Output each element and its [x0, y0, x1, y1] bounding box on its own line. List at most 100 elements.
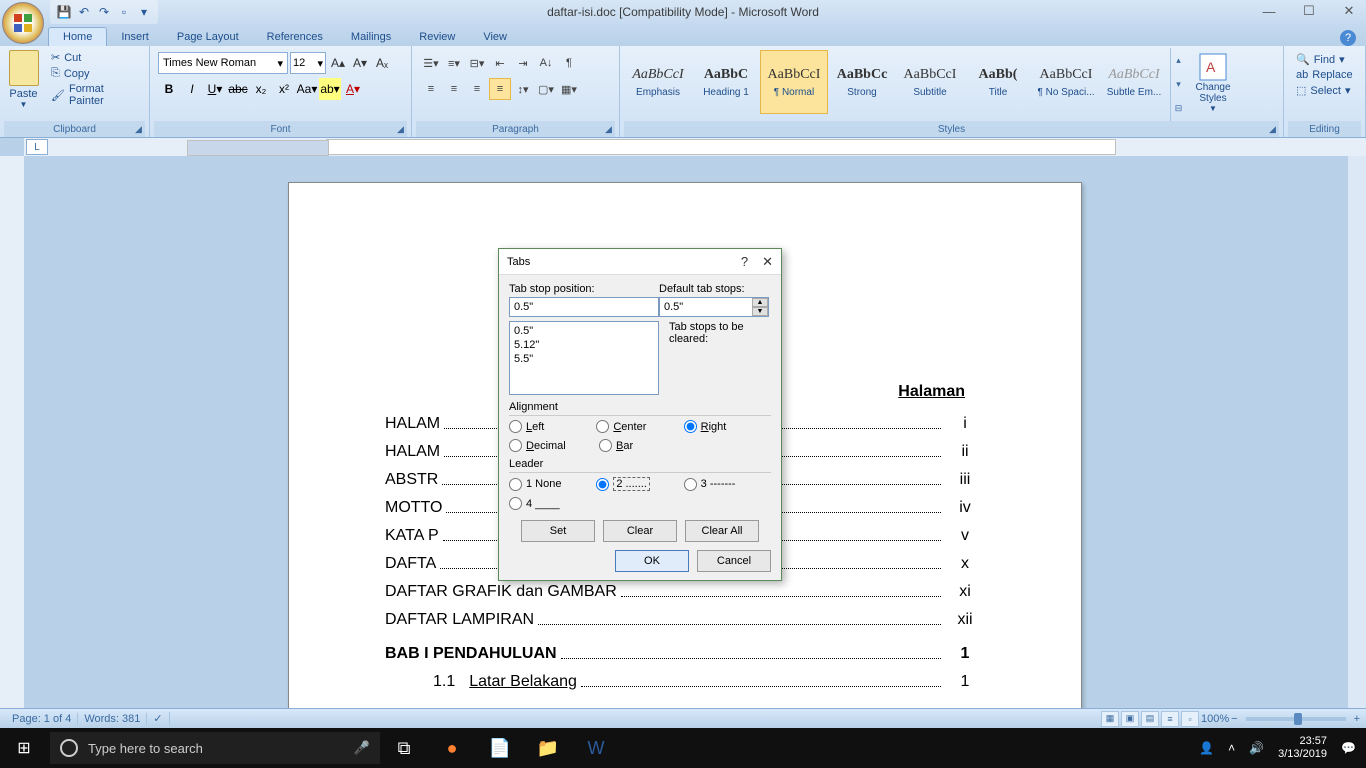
zoom-in-button[interactable]: +	[1354, 713, 1360, 725]
styles-launcher-icon[interactable]: ◢	[1269, 124, 1281, 136]
bullets-button[interactable]: ☰▾	[420, 52, 442, 74]
tray-up-icon[interactable]: ˄	[1228, 741, 1235, 755]
leader-none-radio[interactable]: 1 None	[509, 477, 596, 491]
tab-selector[interactable]: L	[26, 139, 48, 155]
clear-formatting-button[interactable]: Aₓ	[372, 52, 392, 74]
dialog-close-button[interactable]: ✕	[762, 254, 773, 270]
style-item--normal[interactable]: AaBbCcI¶ Normal	[760, 50, 828, 114]
volume-icon[interactable]: 🔊	[1249, 741, 1264, 755]
explorer-icon[interactable]: 📁	[524, 728, 572, 768]
underline-button[interactable]: U▾	[204, 78, 226, 100]
spinner-up-button[interactable]: ▲	[752, 298, 768, 307]
decrease-indent-button[interactable]: ⇤	[489, 52, 511, 74]
strikethrough-button[interactable]: abc	[227, 78, 249, 100]
view-full-screen-button[interactable]: ▣	[1121, 711, 1139, 727]
align-right-button[interactable]: ≡	[466, 78, 488, 100]
maximize-button[interactable]: ☐	[1296, 2, 1322, 20]
taskbar-search[interactable]: Type here to search 🎤	[50, 732, 380, 764]
paragraph-launcher-icon[interactable]: ◢	[605, 124, 617, 136]
align-decimal-radio[interactable]: Decimal	[509, 439, 599, 452]
notepad-icon[interactable]: 📄	[476, 728, 524, 768]
select-button[interactable]: ⬚Select▾	[1292, 83, 1357, 98]
tab-page-layout[interactable]: Page Layout	[163, 28, 253, 46]
align-center-button[interactable]: ≡	[443, 78, 465, 100]
style-item--no-spaci-[interactable]: AaBbCcI¶ No Spaci...	[1032, 50, 1100, 114]
people-icon[interactable]: 👤	[1199, 741, 1214, 755]
styles-row-down-button[interactable]: ▾	[1171, 72, 1186, 96]
leader-dots-radio[interactable]: 2 .......	[596, 477, 683, 491]
spinner-down-button[interactable]: ▼	[752, 307, 768, 316]
align-right-radio[interactable]: Right	[684, 420, 771, 433]
line-spacing-button[interactable]: ↕▾	[512, 78, 534, 100]
view-outline-button[interactable]: ≡	[1161, 711, 1179, 727]
tab-stop-input[interactable]	[509, 297, 659, 317]
status-words[interactable]: Words: 381	[78, 713, 147, 725]
shrink-font-button[interactable]: A▾	[350, 52, 370, 74]
style-item-subtitle[interactable]: AaBbCcISubtitle	[896, 50, 964, 114]
zoom-thumb[interactable]	[1294, 713, 1302, 725]
style-item-subtle-em-[interactable]: AaBbCcISubtle Em...	[1100, 50, 1168, 114]
font-name-combo[interactable]: Times New Roman▾	[158, 52, 288, 74]
clipboard-launcher-icon[interactable]: ◢	[135, 124, 147, 136]
leader-underline-radio[interactable]: 4 ____	[509, 497, 599, 510]
find-button[interactable]: 🔍Find▾	[1292, 52, 1357, 67]
notifications-icon[interactable]: 💬	[1341, 741, 1356, 755]
highlight-button[interactable]: ab▾	[319, 78, 341, 100]
view-draft-button[interactable]: ▫	[1181, 711, 1199, 727]
italic-button[interactable]: I	[181, 78, 203, 100]
paste-button[interactable]: Paste ▼	[4, 48, 43, 121]
styles-row-up-button[interactable]: ▴	[1171, 48, 1186, 72]
tab-home[interactable]: Home	[48, 27, 107, 46]
zoom-slider[interactable]	[1246, 717, 1346, 721]
style-item-title[interactable]: AaBb(Title	[964, 50, 1032, 114]
mic-icon[interactable]: 🎤	[354, 740, 370, 756]
format-painter-button[interactable]: 🖌Format Painter	[47, 82, 143, 108]
undo-icon[interactable]: ↶	[76, 4, 92, 20]
superscript-button[interactable]: x²	[273, 78, 295, 100]
font-launcher-icon[interactable]: ◢	[397, 124, 409, 136]
tab-stops-listbox[interactable]: 0.5"5.12"5.5"	[509, 321, 659, 395]
styles-expand-button[interactable]: ⊟	[1171, 97, 1186, 121]
start-button[interactable]: ⊞	[0, 728, 48, 768]
numbering-button[interactable]: ≡▾	[443, 52, 465, 74]
office-button[interactable]	[2, 2, 44, 44]
change-styles-button[interactable]: A Change Styles ▼	[1188, 48, 1238, 121]
ok-button[interactable]: OK	[615, 550, 689, 572]
ruler-horizontal[interactable]: L	[24, 138, 1366, 156]
qat-dropdown-icon[interactable]: ▾	[136, 4, 152, 20]
grow-font-button[interactable]: A▴	[328, 52, 348, 74]
default-tab-spinner[interactable]: 0.5" ▲▼	[659, 297, 769, 317]
style-item-heading-1[interactable]: AaBbCHeading 1	[692, 50, 760, 114]
align-center-radio[interactable]: Center	[596, 420, 683, 433]
multilevel-button[interactable]: ⊟▾	[466, 52, 488, 74]
status-page[interactable]: Page: 1 of 4	[6, 713, 78, 725]
subscript-button[interactable]: x₂	[250, 78, 272, 100]
tab-mailings[interactable]: Mailings	[337, 28, 405, 46]
tab-list-item[interactable]: 5.12"	[514, 338, 654, 352]
ruler-vertical[interactable]	[0, 156, 24, 710]
show-hide-button[interactable]: ¶	[558, 52, 580, 74]
view-print-layout-button[interactable]: ▦	[1101, 711, 1119, 727]
cancel-button[interactable]: Cancel	[697, 550, 771, 572]
word-icon[interactable]: W	[572, 728, 620, 768]
dialog-titlebar[interactable]: Tabs ? ✕	[499, 249, 781, 275]
tab-list-item[interactable]: 0.5"	[514, 324, 654, 338]
clear-all-button[interactable]: Clear All	[685, 520, 759, 542]
clear-button[interactable]: Clear	[603, 520, 677, 542]
paste-dropdown-icon[interactable]: ▼	[20, 100, 28, 109]
borders-button[interactable]: ▦▾	[558, 78, 580, 100]
bold-button[interactable]: B	[158, 78, 180, 100]
tab-references[interactable]: References	[253, 28, 337, 46]
status-proof-icon[interactable]: ✓	[147, 712, 169, 725]
font-size-combo[interactable]: 12▾	[290, 52, 326, 74]
style-item-emphasis[interactable]: AaBbCcIEmphasis	[624, 50, 692, 114]
firefox-icon[interactable]: ●	[428, 728, 476, 768]
tab-review[interactable]: Review	[405, 28, 469, 46]
font-color-button[interactable]: A▾	[342, 78, 364, 100]
cut-button[interactable]: ✂Cut	[47, 50, 143, 65]
save-icon[interactable]: 💾	[56, 4, 72, 20]
close-button[interactable]: ✕	[1336, 2, 1362, 20]
redo-icon[interactable]: ↷	[96, 4, 112, 20]
ruler-bar[interactable]	[326, 139, 1116, 155]
leader-dashes-radio[interactable]: 3 -------	[684, 477, 771, 491]
